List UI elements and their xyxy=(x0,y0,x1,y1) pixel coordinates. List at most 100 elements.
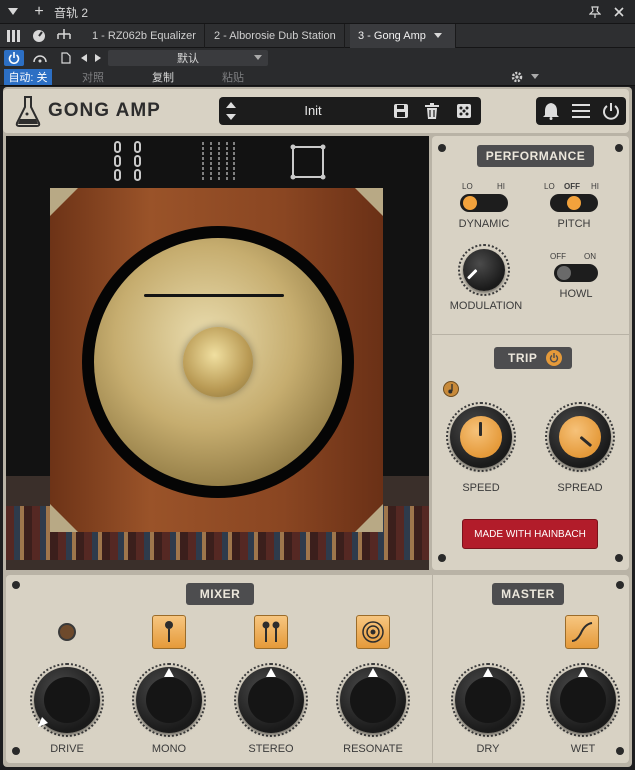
flask-logo-icon xyxy=(13,95,43,127)
copy-button[interactable]: 复制 xyxy=(150,69,176,85)
dynamic-toggle[interactable] xyxy=(460,194,508,212)
trip-power-icon[interactable] xyxy=(546,350,562,366)
preset-dropdown[interactable]: 默认 xyxy=(108,50,268,66)
mono-knob[interactable] xyxy=(136,667,202,733)
screw xyxy=(12,581,20,589)
link-arc-icon[interactable] xyxy=(30,50,50,66)
made-with-hainbach-button[interactable]: MADE WITH HAINBACH xyxy=(462,519,598,549)
mixer-master-divider xyxy=(432,575,433,763)
power-icon[interactable] xyxy=(4,50,24,66)
howl-off-label: OFF xyxy=(550,252,566,261)
resonate-button[interactable] xyxy=(356,615,390,649)
power-icon[interactable] xyxy=(600,100,622,122)
howl-toggle[interactable] xyxy=(554,264,598,282)
chevron-down-icon[interactable] xyxy=(528,69,542,85)
mixer-label: MIXER xyxy=(186,583,254,605)
resonate-knob[interactable] xyxy=(340,667,406,733)
header-controls xyxy=(536,97,626,125)
plugin-header: GONG AMP Init xyxy=(3,89,629,133)
screw xyxy=(12,747,20,755)
wet-curve-button[interactable] xyxy=(565,615,599,649)
microphones-icon xyxy=(262,621,280,642)
tab-label: 3 - Gong Amp xyxy=(358,30,426,42)
corner-bracket xyxy=(355,504,383,532)
toggle-thumb xyxy=(463,196,477,210)
trash-icon[interactable] xyxy=(422,101,442,121)
screw xyxy=(615,554,623,562)
tab-rz062b-equalizer[interactable]: 1 - RZ062b Equalizer xyxy=(84,24,205,48)
curve-icon xyxy=(571,622,593,642)
mono-label: MONO xyxy=(151,743,187,755)
compare-button[interactable]: 对照 xyxy=(80,69,106,85)
dice-icon[interactable] xyxy=(454,101,474,121)
dial-icon[interactable] xyxy=(31,28,47,44)
knob-pointer xyxy=(368,668,378,677)
routing-icon[interactable] xyxy=(55,28,73,44)
next-arrow-icon[interactable] xyxy=(92,51,104,65)
wet-knob[interactable] xyxy=(550,667,616,733)
knob-face xyxy=(44,677,90,723)
preset-name[interactable]: Init xyxy=(259,103,367,118)
pitch-toggle[interactable] xyxy=(550,194,598,212)
note-sync-icon[interactable] xyxy=(443,381,459,397)
mixer-panel: MIXER MASTER DRIVE MONO STEREO RESONATE xyxy=(6,575,629,763)
amp-cabinet xyxy=(50,188,383,532)
gong-boss xyxy=(183,327,253,397)
collapse-arrow-icon[interactable] xyxy=(6,4,20,20)
pitch-hi-label: HI xyxy=(591,182,599,191)
drive-led[interactable] xyxy=(58,623,76,641)
chain-multi-icon[interactable] xyxy=(198,140,238,184)
spread-label: SPREAD xyxy=(557,482,603,494)
bars-icon[interactable] xyxy=(6,29,22,43)
chevron-down-icon xyxy=(254,55,262,60)
speaker-ring xyxy=(82,226,354,498)
performance-label: PERFORMANCE xyxy=(477,145,594,167)
modulation-label: MODULATION xyxy=(449,300,523,312)
speed-label: SPEED xyxy=(462,482,500,494)
resonance-rings-icon xyxy=(362,621,384,643)
preset-browser: Init xyxy=(219,97,481,125)
modulation-knob[interactable] xyxy=(463,249,505,291)
corner-bracket xyxy=(50,188,78,216)
mono-mic-button[interactable] xyxy=(152,615,186,649)
knob-face xyxy=(248,677,294,723)
knob-face xyxy=(559,416,601,458)
pin-icon[interactable] xyxy=(588,4,602,20)
save-icon[interactable] xyxy=(391,101,411,121)
trip-label-text: TRIP xyxy=(508,351,538,365)
plugin-tab-bar: 1 - RZ062b Equalizer 2 - Alborosie Dub S… xyxy=(0,24,635,48)
preset-updown-icon[interactable] xyxy=(224,100,238,122)
knob-pointer xyxy=(466,268,478,280)
tab-label: 2 - Alborosie Dub Station xyxy=(214,30,336,42)
stereo-knob[interactable] xyxy=(238,667,304,733)
chain-double-icon[interactable] xyxy=(108,140,148,184)
knob-face xyxy=(560,677,606,723)
pitch-off-label: OFF xyxy=(564,182,580,191)
menu-icon[interactable] xyxy=(570,100,592,122)
speed-knob[interactable] xyxy=(450,406,512,468)
close-icon[interactable] xyxy=(612,4,626,20)
knob-pointer xyxy=(479,422,482,436)
frame-hang-icon[interactable] xyxy=(288,142,328,182)
add-icon[interactable]: + xyxy=(32,3,46,20)
file-icon[interactable] xyxy=(58,50,74,66)
paste-button[interactable]: 粘贴 xyxy=(220,69,246,85)
spread-knob[interactable] xyxy=(549,406,611,468)
knob-pointer xyxy=(483,668,493,677)
howl-on-label: ON xyxy=(584,252,596,261)
gear-icon[interactable] xyxy=(509,69,525,85)
screw xyxy=(438,554,446,562)
howl-label: HOWL xyxy=(559,288,593,300)
bell-icon[interactable] xyxy=(540,100,562,122)
dry-knob[interactable] xyxy=(455,667,521,733)
stereo-mic-button[interactable] xyxy=(254,615,288,649)
dynamic-hi-label: HI xyxy=(497,182,505,191)
track-label: 音轨 2 xyxy=(54,5,89,20)
host-title-bar: + 音轨 2 xyxy=(0,0,635,24)
prev-arrow-icon[interactable] xyxy=(78,51,90,65)
auto-button[interactable]: 自动: 关 xyxy=(4,69,52,85)
tab-alborosie-dub-station[interactable]: 2 - Alborosie Dub Station xyxy=(206,24,345,48)
drive-knob[interactable] xyxy=(34,667,100,733)
tab-gong-amp[interactable]: 3 - Gong Amp xyxy=(350,24,456,48)
gong-mallet xyxy=(144,294,284,297)
